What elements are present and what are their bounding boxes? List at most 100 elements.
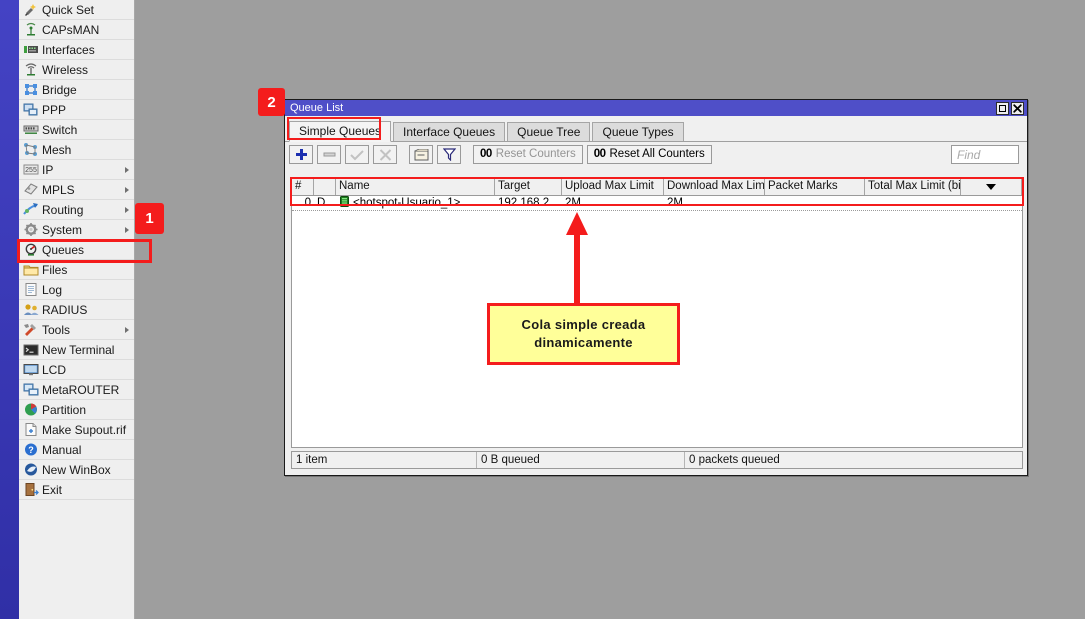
interfaces-icon [22,42,39,58]
annotation-callout: Cola simple creada dinamicamente [487,303,680,365]
sidebar-item-label: New Terminal [42,343,114,357]
column-header-num[interactable]: # [292,179,314,195]
mesh-icon [22,142,39,158]
sidebar-item-new-terminal[interactable]: New Terminal [19,340,134,360]
sidebar-item-label: Make Supout.rif [42,423,126,437]
sidebar-item-routing[interactable]: Routing [19,200,134,220]
sidebar-item-label: Switch [42,123,77,137]
minus-icon [323,151,336,158]
sidebar-item-new-winbox[interactable]: New WinBox [19,460,134,480]
close-button[interactable] [1011,102,1024,115]
plus-icon [295,148,308,161]
queue-tabs-bar: Simple QueuesInterface QueuesQueue TreeQ… [285,116,1027,142]
sidebar-item-log[interactable]: Log [19,280,134,300]
sidebar-item-label: CAPsMAN [42,23,99,37]
column-header-total[interactable]: Total Max Limit (bi... [865,179,961,195]
filter-button[interactable] [437,145,461,164]
sidebar-item-label: Queues [42,243,84,257]
add-queue-button[interactable] [289,145,313,164]
tab-queue-types[interactable]: Queue Types [592,122,683,141]
sidebar-item-label: Log [42,283,62,297]
sidebar-item-label: Routing [42,203,83,217]
sidebar-item-make-supout-rif[interactable]: Make Supout.rif [19,420,134,440]
cell-num: 0 [292,196,314,210]
check-icon [350,149,364,161]
sidebar-item-quick-set[interactable]: Quick Set [19,0,134,20]
tab-queue-tree[interactable]: Queue Tree [507,122,590,141]
sidebar-item-mesh[interactable]: Mesh [19,140,134,160]
column-header-upload[interactable]: Upload Max Limit [562,179,664,195]
sidebar-item-label: Tools [42,323,70,337]
interfaces-icon [23,42,39,57]
sidebar-item-manual[interactable]: ?Manual [19,440,134,460]
column-header-dd[interactable] [961,179,1022,195]
sidebar-item-exit[interactable]: Exit [19,480,134,500]
status-cell-1: 0 B queued [477,452,685,468]
reset-all-counters-button[interactable]: 00 Reset All Counters [587,145,712,164]
comment-icon [414,149,429,161]
sidebar-item-label: Wireless [42,63,88,77]
cross-icon [379,149,392,161]
winbox-sidebar: Quick Set CAPsMAN Interfaces Wireless Bridge… [0,0,135,619]
files-icon [23,262,39,277]
metarouter-icon [23,382,39,397]
annotation-arrow [562,207,592,307]
sidebar-item-switch[interactable]: Switch [19,120,134,140]
log-icon [22,282,39,298]
enable-queue-button[interactable] [345,145,369,164]
sidebar-item-ip[interactable]: 255 IP [19,160,134,180]
sidebar-item-interfaces[interactable]: Interfaces [19,40,134,60]
comment-button[interactable] [409,145,433,164]
window-titlebar[interactable]: Queue List [285,100,1027,116]
sidebar-item-files[interactable]: Files [19,260,134,280]
column-header-target[interactable]: Target [495,179,562,195]
status-cell-0: 1 item [292,452,477,468]
sidebar-item-label: MetaROUTER [42,383,119,397]
terminal-icon [23,342,39,357]
window-title: Queue List [290,102,343,114]
column-header-marks[interactable]: Packet Marks [765,179,865,195]
table-row[interactable]: 0D<hotspot-Usuario_1>192.168.2...2M2M [292,196,1022,211]
restore-button[interactable] [996,102,1009,115]
quick-set-icon [22,2,39,18]
system-icon [23,222,39,237]
ppp-icon [22,102,39,118]
sidebar-item-radius[interactable]: RADIUS [19,300,134,320]
sidebar-item-ppp[interactable]: PPP [19,100,134,120]
column-header-download[interactable]: Download Max Limit [664,179,765,195]
sidebar-item-system[interactable]: System [19,220,134,240]
sidebar-item-lcd[interactable]: LCD [19,360,134,380]
chevron-down-icon[interactable] [986,184,996,190]
sidebar-item-label: IP [42,163,53,177]
svg-text:255: 255 [25,167,37,174]
disable-queue-button[interactable] [373,145,397,164]
reset-counters-button[interactable]: 00 Reset Counters [473,145,583,164]
column-header-name[interactable]: Name [336,179,495,195]
wireless-icon [23,62,39,77]
find-input[interactable]: Find [951,145,1019,164]
sidebar-item-capsman[interactable]: CAPsMAN [19,20,134,40]
tab-interface-queues[interactable]: Interface Queues [393,122,505,141]
cell-target: 192.168.2... [495,196,562,210]
capsman-icon [23,22,39,37]
sidebar-item-metarouter[interactable]: MetaROUTER [19,380,134,400]
exit-icon [22,482,39,498]
sidebar-item-wireless[interactable]: Wireless [19,60,134,80]
sidebar-item-tools[interactable]: Tools [19,320,134,340]
tab-simple-queues[interactable]: Simple Queues [289,121,391,142]
column-header-flag[interactable] [314,179,336,195]
lcd-icon [23,362,39,377]
sidebar-item-bridge[interactable]: Bridge [19,80,134,100]
files-icon [22,262,39,278]
queue-toolbar: 00 Reset Counters 00 Reset All Counters … [285,142,1027,167]
sidebar-item-label: Interfaces [42,43,95,57]
sidebar-item-mpls[interactable]: MPLS [19,180,134,200]
log-icon [23,282,39,297]
system-icon [22,222,39,238]
status-cell-2: 0 packets queued [685,452,1022,468]
remove-queue-button[interactable] [317,145,341,164]
sidebar-item-partition[interactable]: Partition [19,400,134,420]
sidebar-item-queues[interactable]: Queues [19,240,134,260]
wireless-icon [22,62,39,78]
manual-icon: ? [23,442,39,457]
